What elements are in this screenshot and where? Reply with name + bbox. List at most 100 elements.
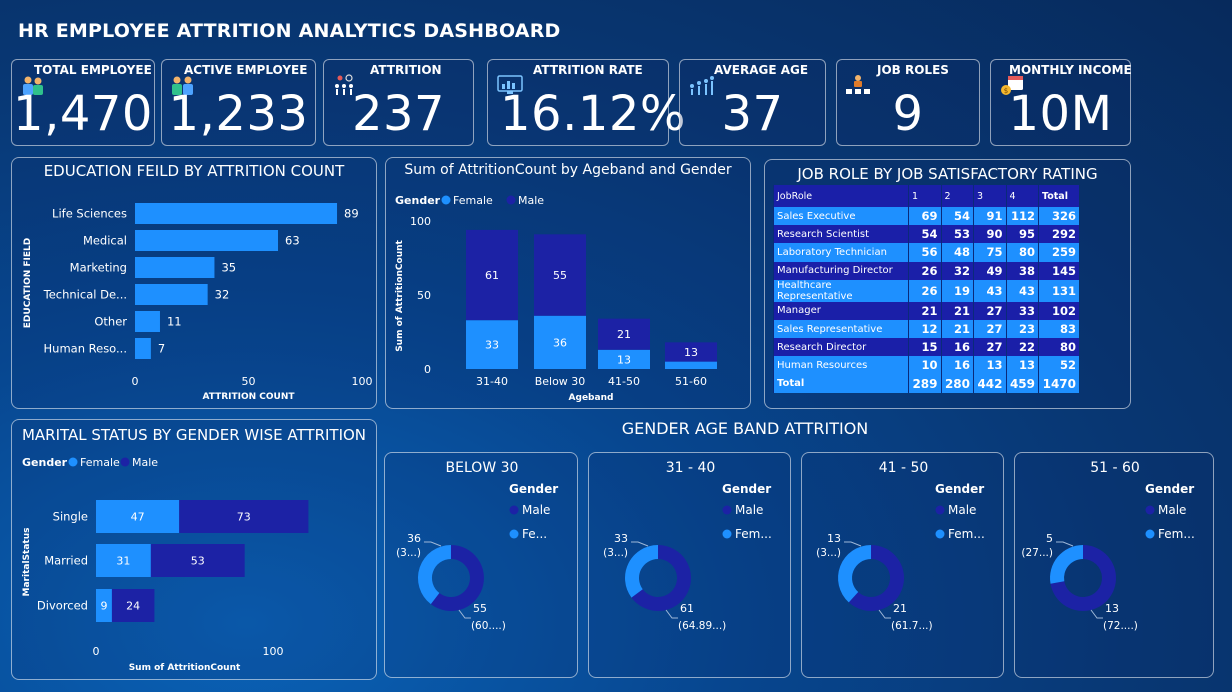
table-cell: 69 <box>908 207 941 226</box>
bar-category-label: Technical De... <box>43 288 127 302</box>
x-axis-label: Sum of AttritionCount <box>129 663 241 673</box>
chart-title: JOB ROLE BY JOB SATISFACTORY RATING <box>797 165 1098 183</box>
table-cell: 12 <box>908 319 941 339</box>
table-cell: 95 <box>1005 225 1039 244</box>
legend-female-dot <box>722 529 732 539</box>
donut-chart-31-40: 31 - 40 Gender Male Fem... 33 (3...) 61 (64.89.… <box>603 460 772 632</box>
bar <box>135 203 338 224</box>
bar-value-label: 9 <box>100 600 107 613</box>
kpi-label: MONTHLY INCOME <box>1009 63 1132 77</box>
kpi-value: 1,470 <box>13 86 153 142</box>
kpi-label: TOTAL EMPLOYEE <box>34 63 152 77</box>
donut-female-percent: (3...) <box>603 547 628 559</box>
bar-value-label: 73 <box>237 511 251 524</box>
legend-label: Fem... <box>948 527 985 541</box>
table-cell: 27 <box>973 338 1006 357</box>
table-header-cell: 1 <box>908 185 941 207</box>
table-cell: Sales Executive <box>773 207 909 226</box>
donut-title: BELOW 30 <box>446 460 519 476</box>
legend-label: Male <box>132 456 158 469</box>
job-role-matrix: JobRole 1 2 3 4 Total Sales Executive 69 54 91 112… <box>773 185 1079 393</box>
x-tick-label: 50 <box>242 375 256 388</box>
table-cell: 292 <box>1038 225 1079 244</box>
legend-female-dot <box>68 457 78 467</box>
bar-value-label: 36 <box>553 336 567 349</box>
table-row: Research Director 15 16 27 22 80 <box>773 338 1079 357</box>
table-cell: Sales Representative <box>773 319 909 339</box>
bar-category-label: Marketing <box>70 261 127 275</box>
table-cell: 1470 <box>1038 374 1079 393</box>
legend-label: Male <box>735 503 763 517</box>
table-cell: 145 <box>1038 261 1079 280</box>
table-row: Human Resources 10 16 13 13 52 <box>773 356 1079 375</box>
table-cell: 16 <box>940 338 974 357</box>
table-cell: 80 <box>1038 338 1079 357</box>
bar-value-label: 13 <box>684 346 698 359</box>
legend-label: Fem... <box>735 527 772 541</box>
bar-value-label: 61 <box>485 269 499 282</box>
table-cell: 13 <box>973 356 1006 375</box>
donut-female-count: 5 <box>1046 532 1053 545</box>
bar-value-label: 32 <box>215 288 230 302</box>
kpi-label: AVERAGE AGE <box>714 63 809 77</box>
table-cell: 43 <box>973 279 1006 302</box>
table-cell: 26 <box>908 279 941 302</box>
legend-label: Male <box>522 503 550 517</box>
donut-female-percent: (3...) <box>396 547 421 559</box>
kpi-active-employee[interactable]: ACTIVE EMPLOYEE 1,233 <box>161 59 316 146</box>
donut-male-count: 61 <box>680 602 694 615</box>
legend-label: Female <box>80 456 120 469</box>
table-cell: 27 <box>973 319 1006 339</box>
kpi-job-roles[interactable]: JOB ROLES 9 <box>836 59 980 146</box>
table-cell: 49 <box>973 261 1006 280</box>
table-cell: Research Director <box>773 338 909 357</box>
table-cell: 21 <box>940 319 974 339</box>
table-cell: 33 <box>1005 301 1039 320</box>
bar-category-label: Divorced <box>37 599 88 613</box>
legend-male-dot <box>1145 505 1155 515</box>
table-header-cell: 3 <box>973 185 1006 207</box>
table-cell: 13 <box>1005 356 1039 375</box>
donut-male-count: 21 <box>893 602 907 615</box>
y-tick-label: 0 <box>424 363 431 376</box>
donut-male-percent: (61.7...) <box>891 620 933 632</box>
table-cell: 80 <box>1005 243 1039 262</box>
donut-female-count: 36 <box>407 532 421 545</box>
donut-chart-41-50: 41 - 50 Gender Male Fem... 13 (3...) 21 (61.7..… <box>816 460 985 632</box>
donut-title: 41 - 50 <box>879 460 929 476</box>
kpi-label: ACTIVE EMPLOYEE <box>184 63 308 77</box>
bar-value-label: 31 <box>116 555 130 568</box>
table-cell: Research Scientist <box>773 225 909 244</box>
job-role-table-panel: JOB ROLE BY JOB SATISFACTORY RATING JobR… <box>764 159 1131 409</box>
x-tick-label: 0 <box>132 375 139 388</box>
table-cell: 27 <box>973 301 1006 320</box>
legend-title: Gender <box>395 194 441 207</box>
kpi-monthly-income[interactable]: $ MONTHLY INCOME 10M <box>990 59 1132 146</box>
legend-title: Gender <box>935 482 984 496</box>
donut-female-percent: (3...) <box>816 547 841 559</box>
x-tick-label: 100 <box>263 645 284 658</box>
table-header-cell: JobRole <box>773 185 909 207</box>
donut-male-count: 55 <box>473 602 487 615</box>
donut-panel-41-50: 41 - 50 Gender Male Fem... 13 (3...) 21 (61.7..… <box>801 452 1004 678</box>
donut-female-count: 13 <box>827 532 841 545</box>
donut-chart-below-30: BELOW 30 Gender Male Fe... 36 (3...) 55 (60....… <box>396 460 558 632</box>
kpi-value: 37 <box>721 86 784 142</box>
kpi-total-employee[interactable]: TOTAL EMPLOYEE 1,470 <box>11 59 155 146</box>
bar-category-label: Life Sciences <box>52 207 127 221</box>
donut-slice-female <box>625 545 659 598</box>
x-axis-label: Ageband <box>569 393 614 403</box>
x-tick-label: 0 <box>93 645 100 658</box>
table-cell: 53 <box>940 225 974 244</box>
table-cell: 75 <box>973 243 1006 262</box>
table-row: Research Scientist 54 53 90 95 292 <box>773 225 1079 244</box>
donut-chart-51-60: 51 - 60 Gender Male Fem... 5 (27...) 13 (72....… <box>1021 460 1194 632</box>
kpi-average-age[interactable]: AVERAGE AGE 37 <box>679 59 826 146</box>
legend-female-dot <box>441 195 451 205</box>
legend-male-dot <box>722 505 732 515</box>
kpi-attrition[interactable]: ATTRITION 237 <box>323 59 474 146</box>
bar-value-label: 53 <box>191 555 205 568</box>
kpi-attrition-rate[interactable]: ATTRITION RATE 16.12% <box>487 59 686 146</box>
bar <box>135 311 160 332</box>
kpi-label: JOB ROLES <box>877 63 949 77</box>
